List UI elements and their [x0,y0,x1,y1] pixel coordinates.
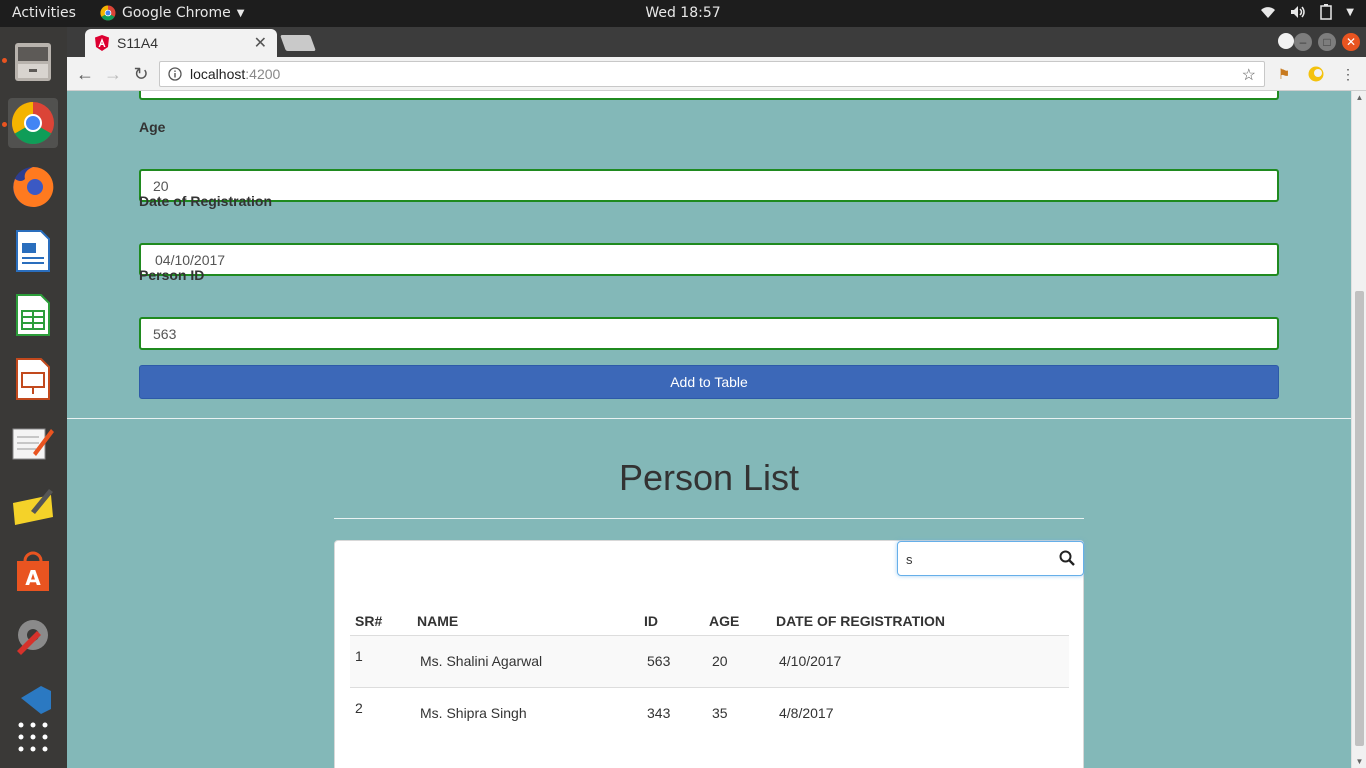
dock-firefox[interactable] [8,162,58,212]
scrollbar-thumb[interactable] [1355,291,1364,746]
spreadsheet-icon [16,294,50,336]
battery-icon [1320,4,1333,20]
person-id-label: Person ID [139,267,205,283]
software-center-icon: A [17,551,49,591]
firefox-icon [13,166,54,207]
tab-s11a4[interactable]: S11A4 ✕ [85,29,277,57]
dock-software[interactable]: A [8,546,58,596]
system-top-bar: Activities Google Chrome ▼ Wed 18:57 ▼ [0,0,1366,27]
cell-date: 4/8/2017 [779,705,834,722]
column-header-date: DATE OF REGISTRATION [771,605,1069,636]
tab-title: S11A4 [117,35,158,51]
scroll-down-arrow-icon[interactable]: ▼ [1355,757,1364,766]
wifi-icon [1261,7,1276,18]
code-editor-icon [21,686,51,714]
bookmark-star-icon[interactable]: ☆ [1242,65,1256,85]
search-box[interactable] [897,541,1084,576]
divider [334,518,1084,519]
url-host: localhost [190,66,246,82]
age-label: Age [139,119,166,135]
dock-impress[interactable] [8,354,58,404]
add-to-table-button[interactable]: Add to Table [139,365,1279,399]
running-indicator [2,58,7,63]
table-row: 1 Ms. Shalini Agarwal 563 20 4/10/2017 [350,635,1069,688]
dock-files[interactable] [8,36,58,86]
running-indicator [2,122,7,127]
page-viewport: Age Date of Registration Person ID Add t… [67,91,1366,768]
cell-age: 35 [712,705,728,722]
show-applications-button[interactable] [8,712,58,762]
browser-toolbar: ← → ↻ localhost:4200 ☆ ⚑ ⋮ [67,57,1366,91]
clock[interactable]: Wed 18:57 [0,5,1366,21]
search-input[interactable] [906,550,1046,568]
divider [67,418,1351,419]
column-header-name: NAME [412,605,639,636]
text-editor-icon [12,428,54,460]
close-window-button[interactable]: ✕ [1342,33,1360,51]
table-header-row: SR# NAME ID AGE DATE OF REGISTRATION [350,605,1069,636]
dock-chrome[interactable] [8,98,58,148]
presentation-icon [16,358,50,400]
reload-icon[interactable]: ↻ [130,63,152,85]
table-row: 2 Ms. Shipra Singh 343 35 4/8/2017 [350,687,1069,739]
cell-sr: 1 [350,635,412,688]
svg-text:A: A [25,566,41,590]
person-table: SR# NAME ID AGE DATE OF REGISTRATION 1 M… [350,605,1069,739]
document-writer-icon [16,230,50,272]
angular-icon [95,35,109,51]
cell-id: 563 [639,635,704,688]
column-header-sr: SR# [350,605,412,636]
dock: A [0,27,67,768]
window-controls: – □ ✕ [1294,33,1360,51]
cell-id: 343 [647,705,671,722]
cell-sr: 2 [355,699,363,716]
minimize-button[interactable]: – [1294,33,1312,51]
name-field-partial[interactable] [139,91,1279,100]
chrome-icon [11,102,54,145]
page-title: Person List [618,457,800,498]
column-header-id: ID [639,605,704,636]
chevron-down-icon: ▼ [1346,6,1354,18]
scroll-up-arrow-icon[interactable]: ▲ [1355,93,1364,102]
address-bar[interactable]: localhost:4200 ☆ [159,61,1265,87]
tab-strip: S11A4 ✕ – □ ✕ [67,27,1366,57]
close-icon[interactable]: ✕ [254,33,267,53]
system-tray[interactable]: ▼ [1260,4,1354,20]
settings-icon [17,620,48,655]
dock-writer[interactable] [8,226,58,276]
cell-age: 20 [704,635,771,688]
info-icon [168,67,182,81]
dock-text-editor[interactable] [8,418,58,468]
new-tab-button[interactable] [280,35,316,51]
date-label: Date of Registration [139,193,273,209]
column-header-age: AGE [704,605,771,636]
page-scrollbar[interactable]: ▲ ▼ [1351,91,1366,768]
notes-icon [13,489,53,525]
person-list-card: SR# NAME ID AGE DATE OF REGISTRATION 1 M… [334,540,1084,768]
profile-icon[interactable] [1278,33,1294,49]
forward-arrow-icon[interactable]: → [102,63,124,85]
url-port: :4200 [245,66,281,82]
app-grid-icon [18,722,48,752]
maximize-button[interactable]: □ [1318,33,1336,51]
date-field[interactable] [139,243,1279,276]
dock-settings[interactable] [8,610,58,660]
age-field[interactable] [139,169,1279,202]
dock-notes[interactable] [8,482,58,532]
back-arrow-icon[interactable]: ← [74,63,96,85]
file-cabinet-icon [15,43,51,81]
person-id-field[interactable] [139,317,1279,350]
extension-flag-icon[interactable]: ⚑ [1275,65,1293,83]
cell-date: 4/10/2017 [771,635,1069,688]
menu-icon[interactable]: ⋮ [1339,65,1357,83]
cell-name: Ms. Shalini Agarwal [412,635,639,688]
dock-calc[interactable] [8,290,58,340]
browser-window: S11A4 ✕ – □ ✕ ← → ↻ localhost:4200 ☆ ⚑ ⋮… [67,27,1366,768]
cell-name: Ms. Shipra Singh [420,705,527,722]
volume-icon [1291,6,1306,18]
extension-moon-icon[interactable] [1307,65,1325,83]
search-icon[interactable] [1059,550,1075,566]
